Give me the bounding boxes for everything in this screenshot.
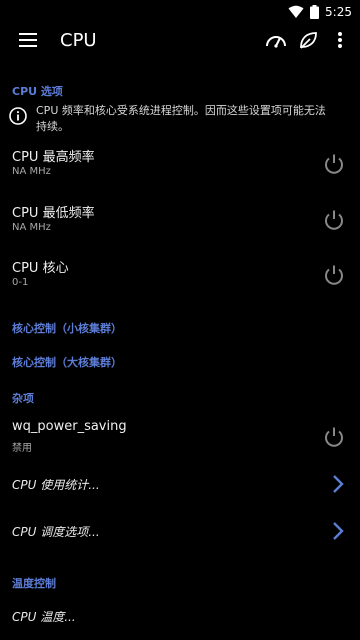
section-header-misc: 杂项 — [12, 392, 34, 405]
link-cpu-usage-stats[interactable]: CPU 使用统计... — [0, 464, 360, 508]
setting-value: NA MHz — [12, 222, 51, 233]
power-icon[interactable] — [322, 263, 346, 287]
speedometer-icon[interactable] — [260, 24, 292, 56]
info-icon — [0, 103, 36, 135]
setting-cpu-max-freq[interactable]: CPU 最高频率 NA MHz — [0, 144, 360, 194]
setting-label: wq_power_saving — [12, 419, 127, 434]
status-bar: 5:25 — [0, 0, 360, 24]
setting-cpu-cores[interactable]: CPU 核心 0-1 — [0, 255, 360, 305]
wifi-icon — [288, 5, 304, 19]
setting-label: CPU 核心 — [12, 261, 69, 276]
link-label: CPU 使用统计... — [12, 478, 100, 492]
info-notice: CPU 频率和核心受系统进程控制。因而这些设置项可能无法持续。 — [0, 103, 360, 135]
chevron-right-icon — [332, 474, 344, 498]
more-options-icon[interactable] — [324, 24, 356, 56]
setting-label: CPU 最高频率 — [12, 150, 95, 165]
section-header-core-little[interactable]: 核心控制（小核集群） — [0, 320, 122, 336]
chevron-right-icon — [332, 521, 344, 545]
section-header-core-big[interactable]: 核心控制（大核集群） — [0, 354, 122, 370]
setting-value: 禁用 — [12, 443, 32, 454]
battery-icon — [310, 5, 320, 19]
toolbar: CPU — [0, 24, 360, 56]
section-header-thermal: 温度控制 — [12, 577, 56, 590]
info-text: CPU 频率和核心受系统进程控制。因而这些设置项可能无法持续。 — [36, 104, 326, 133]
section-header-cpu-options: CPU 选项 — [12, 85, 63, 98]
clock: 5:25 — [325, 5, 352, 19]
link-cpu-temperature[interactable]: CPU 温度... — [0, 596, 360, 640]
link-label: CPU 调度选项... — [12, 525, 100, 539]
link-label: CPU 温度... — [12, 610, 76, 624]
setting-cpu-min-freq[interactable]: CPU 最低频率 NA MHz — [0, 200, 360, 250]
link-cpu-governor-options[interactable]: CPU 调度选项... — [0, 511, 360, 555]
power-icon[interactable] — [322, 152, 346, 176]
page-title: CPU — [60, 29, 97, 51]
setting-value: 0-1 — [12, 277, 29, 288]
power-icon[interactable] — [322, 208, 346, 232]
setting-wq-power-saving[interactable]: wq_power_saving 禁用 — [0, 417, 360, 467]
setting-value: NA MHz — [12, 166, 51, 177]
setting-label: CPU 最低频率 — [12, 206, 95, 221]
power-icon[interactable] — [322, 425, 346, 449]
leaf-icon[interactable] — [292, 24, 324, 56]
menu-icon[interactable] — [12, 24, 44, 56]
